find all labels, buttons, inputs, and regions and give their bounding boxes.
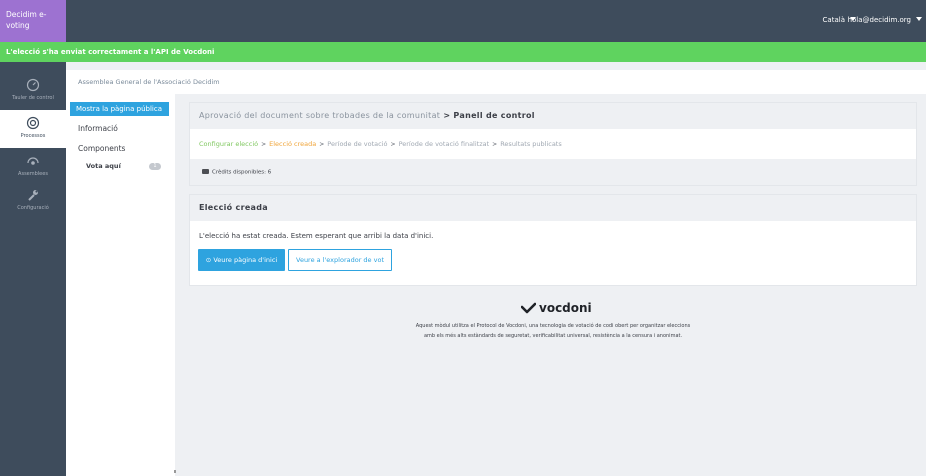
breadcrumb[interactable]: Assemblea General de l'Associació Decidi… xyxy=(78,78,220,86)
success-callout: L'elecció s'ha enviat correctament a l'A… xyxy=(0,42,926,62)
dashboard-icon xyxy=(26,78,40,92)
main-menu-item-settings[interactable]: Configuració xyxy=(0,182,66,220)
user-menu[interactable]: hola@decidim.org xyxy=(848,16,922,24)
vocdoni-logo: vocdoni xyxy=(521,300,592,316)
main-menu-item-dashboard[interactable]: Tauler de control xyxy=(0,72,66,110)
breadcrumb-bar: Assemblea General de l'Associació Decidi… xyxy=(66,70,926,94)
language-label: Català xyxy=(822,16,845,24)
step-configure: Configurar elecció xyxy=(199,140,259,148)
step-created: Elecció creada xyxy=(269,140,317,148)
vocdoni-check-icon xyxy=(521,302,536,314)
vocdoni-description-line-2: amb els més alts estàndards de seguretat… xyxy=(423,333,683,339)
control-panel-card: Aprovació del document sobre trobades de… xyxy=(189,102,917,186)
secondary-menu-item-components[interactable]: Components xyxy=(78,144,125,153)
main-menu-label: Assemblees xyxy=(18,171,48,177)
main-menu: Tauler de control Processos Assemblees C… xyxy=(0,62,66,476)
chevron-down-icon xyxy=(916,17,922,21)
control-panel-title: Aprovació del document sobre trobades de… xyxy=(190,103,916,129)
election-created-message: L'elecció ha estat creada. Estem esperan… xyxy=(199,232,434,240)
eye-icon: ⊙ xyxy=(205,256,212,264)
step-separator: > xyxy=(261,141,267,148)
vote-count-badge: 1 xyxy=(149,163,161,170)
available-credits: Crèdits disponibles: 6 xyxy=(202,169,271,176)
main-menu-label: Processos xyxy=(20,133,46,139)
assemblies-icon xyxy=(27,157,39,165)
top-bar: Decidim e-voting Català hola@decidim.org xyxy=(0,0,926,42)
resize-handle[interactable] xyxy=(174,470,176,473)
main-menu-label: Configuració xyxy=(17,205,49,211)
election-created-title: Elecció creada xyxy=(190,195,916,221)
wrench-icon xyxy=(28,190,38,201)
step-voting-period: Període de votació xyxy=(327,140,388,148)
view-home-page-button[interactable]: ⊙ Veure pàgina d'inici xyxy=(198,249,285,271)
wallet-icon xyxy=(202,169,209,174)
election-title: Aprovació del document sobre trobades de… xyxy=(199,111,441,120)
brand-logo[interactable]: Decidim e-voting xyxy=(0,0,66,42)
step-separator: > xyxy=(390,141,396,148)
step-separator: > xyxy=(319,141,325,148)
secondary-menu: Mostra la pàgina pública Informació Comp… xyxy=(66,94,175,476)
election-created-card: Elecció creada L'elecció ha estat creada… xyxy=(189,194,917,286)
step-voting-ended: Període de votació finalitzat xyxy=(398,140,490,148)
main-menu-item-processes[interactable]: Processos xyxy=(0,110,66,148)
step-separator: > xyxy=(492,141,498,148)
main-menu-label: Tauler de control xyxy=(12,95,54,101)
view-vote-explorer-button[interactable]: Veure a l'explorador de vot xyxy=(288,249,392,271)
secondary-menu-item-info[interactable]: Informació xyxy=(78,124,118,133)
user-email: hola@decidim.org xyxy=(847,16,911,24)
credits-text: Crèdits disponibles: 6 xyxy=(212,169,272,176)
view-home-page-label: Veure pàgina d'inici xyxy=(213,256,278,264)
vocdoni-logo-text: vocdoni xyxy=(539,301,592,315)
secondary-menu-item-vote-here[interactable]: Vota aquí xyxy=(86,162,121,170)
processes-icon xyxy=(26,116,40,130)
show-public-page-button[interactable]: Mostra la pàgina pública xyxy=(70,102,169,116)
title-separator: > xyxy=(443,111,451,120)
vocdoni-description-line-1: Aquest mòdul utilitza el Protocol de Voc… xyxy=(415,323,691,329)
election-steps: Configurar elecció > Elecció creada > Períod… xyxy=(190,129,916,159)
main-menu-item-assemblies[interactable]: Assemblees xyxy=(0,148,66,186)
step-results-published: Resultats publicats xyxy=(500,140,562,148)
panel-title: Panell de control xyxy=(453,111,535,120)
